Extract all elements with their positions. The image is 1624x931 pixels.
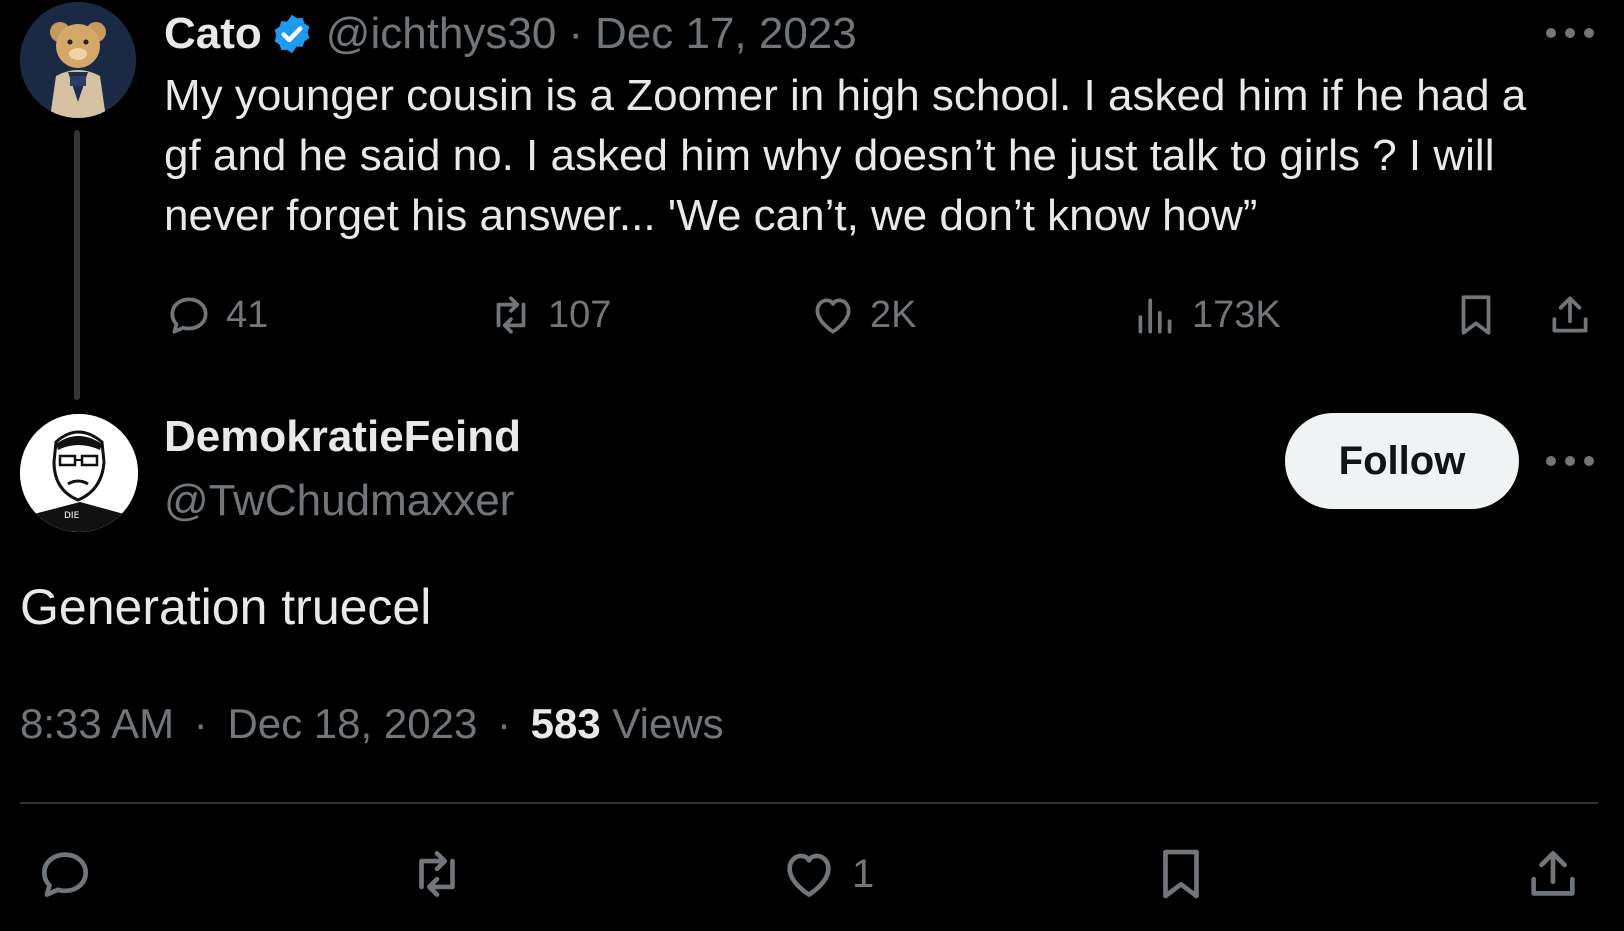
reply-count: 41 — [226, 293, 269, 336]
parent-handle[interactable]: @ichthys30 — [326, 9, 557, 59]
repost-icon — [496, 296, 526, 334]
like-button[interactable]: 1 — [778, 843, 874, 905]
repost-icon — [419, 851, 455, 897]
parent-avatar[interactable] — [20, 2, 136, 118]
sketch-avatar-icon: DIE — [20, 414, 138, 532]
parent-repost-button[interactable]: 107 — [486, 290, 611, 340]
views-count: 173K — [1192, 293, 1281, 336]
svg-text:DIE: DIE — [64, 511, 80, 521]
reply-meta: 8:33 AM · Dec 18, 2023 · 583 Views — [20, 700, 724, 748]
reply-tweet-text: Generation truecel — [20, 579, 432, 635]
share-icon — [1552, 296, 1588, 333]
divider — [20, 802, 1598, 804]
repost-button[interactable] — [406, 843, 468, 905]
heart-icon — [787, 853, 831, 897]
reply-icon — [170, 297, 208, 334]
parent-more-icon[interactable] — [1546, 18, 1594, 48]
parent-share-button[interactable] — [1545, 290, 1607, 340]
parent-views-button[interactable]: 173K — [1130, 290, 1281, 340]
parent-bookmark-button[interactable] — [1451, 290, 1513, 340]
parent-like-button[interactable]: 2K — [808, 290, 916, 340]
reply-more-icon[interactable] — [1546, 446, 1594, 476]
teddy-bear-avatar-icon — [20, 2, 136, 118]
meta-separator-1: · — [193, 700, 208, 747]
meta-separator-2: · — [496, 700, 511, 747]
share-icon — [1531, 851, 1575, 896]
heart-icon — [815, 298, 851, 334]
views-chart-icon — [1138, 298, 1172, 334]
parent-tweet-text: My younger cousin is a Zoomer in high sc… — [164, 71, 1527, 240]
reply-display-name[interactable]: DemokratieFeind — [164, 412, 521, 462]
like-count: 2K — [870, 293, 917, 336]
reply-avatar[interactable]: DIE — [20, 414, 138, 532]
reply-views-label: Views — [612, 700, 724, 747]
reply-time[interactable]: 8:33 AM — [20, 700, 174, 747]
bookmark-icon — [1461, 295, 1491, 335]
reply-views-count: 583 — [530, 700, 601, 747]
parent-reply-button[interactable]: 41 — [164, 290, 268, 340]
like-count: 1 — [852, 851, 875, 896]
parent-tweet-header: Cato @ichthys30 · Dec 17, 2023 — [164, 4, 857, 64]
parent-display-name[interactable]: Cato — [164, 9, 262, 59]
bookmark-button[interactable] — [1150, 843, 1212, 905]
bookmark-icon — [1163, 849, 1199, 899]
verified-badge-icon — [274, 14, 310, 54]
follow-button[interactable]: Follow — [1285, 413, 1519, 509]
share-button[interactable] — [1522, 843, 1584, 905]
reply-button[interactable] — [34, 843, 96, 905]
reply-date[interactable]: Dec 18, 2023 — [227, 700, 477, 747]
reply-icon — [42, 852, 88, 897]
repost-count: 107 — [548, 293, 612, 336]
thread-line — [74, 130, 80, 400]
header-separator: · — [568, 9, 583, 58]
reply-handle[interactable]: @TwChudmaxxer — [164, 476, 514, 526]
parent-date[interactable]: Dec 17, 2023 — [595, 9, 857, 59]
